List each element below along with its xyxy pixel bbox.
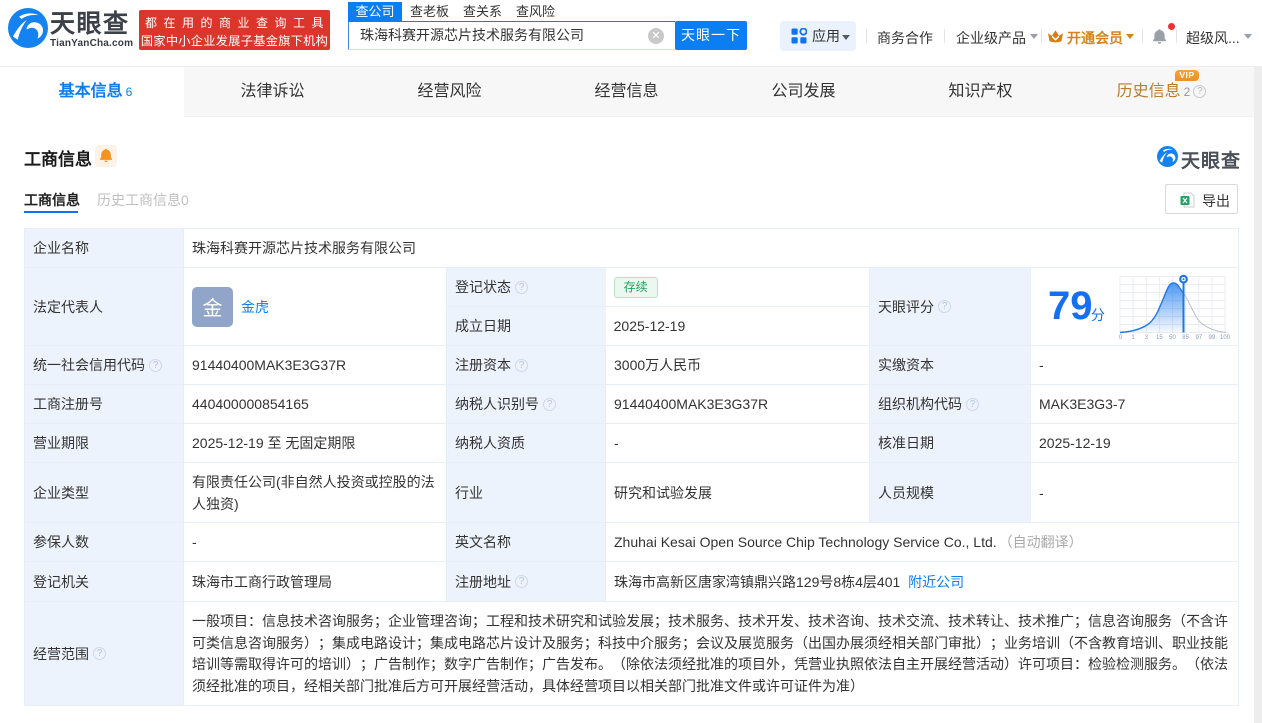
svg-text:3: 3 bbox=[1145, 335, 1149, 339]
svg-text:100: 100 bbox=[1220, 335, 1231, 339]
svg-text:0: 0 bbox=[1119, 335, 1123, 339]
svg-text:15: 15 bbox=[1156, 335, 1163, 339]
svg-text:1: 1 bbox=[1131, 335, 1135, 339]
svg-text:85: 85 bbox=[1182, 335, 1189, 339]
svg-text:97: 97 bbox=[1195, 335, 1202, 339]
svg-text:50: 50 bbox=[1169, 335, 1176, 339]
svg-text:99: 99 bbox=[1209, 335, 1216, 339]
